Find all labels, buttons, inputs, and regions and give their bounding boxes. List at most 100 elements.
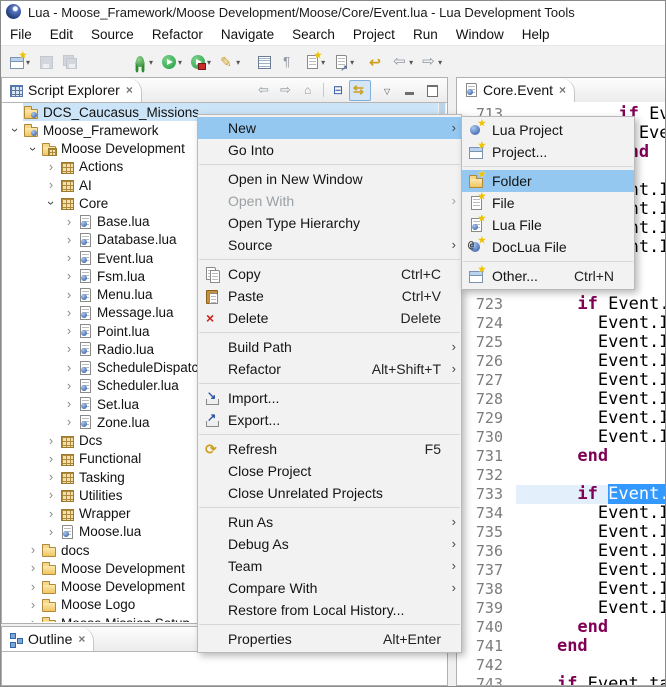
view-tool-nav-forward-button[interactable]: ⇨ [276,80,298,101]
toolbar-debug-button[interactable]: ▾ [129,49,156,75]
code-text[interactable]: Event.IniUnitName = Event.IniDCSUnitName [516,352,665,371]
toolbar-save-all-button[interactable] [59,49,81,75]
menubar-help[interactable]: Help [513,25,559,44]
code-text[interactable] [516,466,665,485]
expander-closed-icon[interactable]: › [25,598,41,612]
menubar-edit[interactable]: Edit [41,25,82,44]
toolbar-save-button[interactable] [35,49,57,75]
expander-closed-icon[interactable]: › [61,251,77,265]
toolbar-mark-occurrences-button[interactable] [253,49,275,75]
code-text[interactable]: if Event.IniObjectCategory == Object.Cat… [516,295,665,314]
code-text[interactable]: end [516,447,665,466]
submenu-item-file[interactable]: ★File [462,192,634,214]
menu-item-open-with[interactable]: Open With› [198,190,461,212]
toolbar-new-lua-file-button[interactable]: ★▾ [301,49,328,75]
expander-closed-icon[interactable]: › [61,306,77,320]
menu-item-new[interactable]: New› [198,117,461,139]
code-text[interactable]: Event.IniTypeName = Event.IniDCSUnit:get… [516,428,665,447]
expander-closed-icon[interactable]: › [61,397,77,411]
code-text[interactable]: Event.IniCategory = Event.IniDCSUnit:get… [516,409,665,428]
code-text[interactable]: Event.IniCategory = Event.IniDCSCargo:ge… [516,599,665,618]
menu-item-close-unrelated-projects[interactable]: Close Unrelated Projects [198,482,461,504]
expander-open-icon[interactable]: › [8,122,22,138]
menubar-search[interactable]: Search [283,25,344,44]
menubar-run[interactable]: Run [404,25,447,44]
view-tool-minimize-button[interactable] [399,80,421,101]
close-icon[interactable]: × [78,632,85,646]
toolbar-show-whitespace-button[interactable]: ¶ [277,49,299,75]
menu-item-open-type-hierarchy[interactable]: Open Type Hierarchy [198,212,461,234]
expander-closed-icon[interactable]: › [43,488,59,502]
expander-closed-icon[interactable]: › [25,616,41,622]
toolbar-new-wizard-button[interactable]: ★▾ [6,49,33,75]
submenu-item-lua-project[interactable]: ★Lua Project [462,119,634,141]
code-text[interactable]: Event.IniDCSCargoName = Event.IniDCSCarg… [516,523,665,542]
expander-closed-icon[interactable]: › [43,525,59,539]
expander-closed-icon[interactable]: › [61,342,77,356]
tab-core-event[interactable]: Core.Event × [457,78,575,102]
menu-item-paste[interactable]: PasteCtrl+V [198,285,461,307]
toolbar-forward-button[interactable]: ⇨▾ [418,49,445,75]
submenu-item-folder[interactable]: ★Folder [462,170,634,192]
toolbar-run-button[interactable]: ▾ [158,49,185,75]
close-icon[interactable]: × [559,83,566,97]
submenu-item-other[interactable]: ★Other...Ctrl+N [462,265,634,287]
code-text[interactable]: if Event.IniObjectCategory == Object.Cat… [516,485,665,504]
code-text[interactable] [516,656,665,675]
submenu-item-project[interactable]: ★Project... [462,141,634,163]
expander-closed-icon[interactable]: › [61,361,77,375]
expander-closed-icon[interactable]: › [43,452,59,466]
expander-open-icon[interactable]: › [26,141,40,157]
menu-item-export[interactable]: ↗Export... [198,409,461,431]
view-tool-nav-up-button[interactable]: ⌂ [298,80,320,101]
menu-item-source[interactable]: Source› [198,234,461,256]
code-text[interactable]: end [516,618,665,637]
code-text[interactable]: Event.IniCargo = CARGO:FindByName( Event… [516,561,665,580]
expander-closed-icon[interactable]: › [61,288,77,302]
toolbar-external-tools-button[interactable]: ✎▾ [216,49,243,75]
menu-item-build-path[interactable]: Build Path› [198,336,461,358]
menu-item-debug-as[interactable]: Debug As› [198,533,461,555]
view-tool-maximize-button[interactable] [421,80,443,101]
menu-item-go-into[interactable]: Go Into [198,139,461,161]
expander-closed-icon[interactable]: › [43,434,59,448]
tab-outline[interactable]: Outline × [2,627,94,651]
menu-item-open-in-new-window[interactable]: Open in New Window [198,168,461,190]
expander-closed-icon[interactable]: › [61,324,77,338]
view-tool-collapse-all-button[interactable]: ⊟ [327,80,349,101]
expander-closed-icon[interactable]: › [61,379,77,393]
expander-closed-icon[interactable]: › [25,561,41,575]
menu-item-refresh[interactable]: ⟳RefreshF5 [198,438,461,460]
code-text[interactable]: Event.IniUnit = STATIC:FindByName( Event… [516,371,665,390]
menu-item-refactor[interactable]: RefactorAlt+Shift+T› [198,358,461,380]
tab-script-explorer[interactable]: Script Explorer × [2,78,142,102]
toolbar-last-edit-location-button[interactable]: ↩ [365,49,387,75]
view-tool-nav-back-button[interactable]: ⇦ [254,80,276,101]
menu-item-properties[interactable]: PropertiesAlt+Enter [198,628,461,650]
menubar-navigate[interactable]: Navigate [212,25,283,44]
expander-closed-icon[interactable]: › [43,470,59,484]
expander-closed-icon[interactable]: › [25,580,41,594]
code-text[interactable]: Event.IniDCSUnitName = Event.IniDCSUnit:… [516,333,665,352]
submenu-item-doclua-file[interactable]: @★DocLua File [462,236,634,258]
dropdown-caret-icon[interactable]: ▾ [236,58,240,67]
menubar-project[interactable]: Project [344,25,404,44]
code-text[interactable]: Event.IniDCSCargo = Event.initiator [516,504,665,523]
code-text[interactable]: end [516,637,665,656]
dropdown-caret-icon[interactable]: ▾ [207,58,211,67]
code-text[interactable]: Event.IniCoalition = Event.IniDCSUnit:ge… [516,390,665,409]
menu-item-import[interactable]: ↘Import... [198,387,461,409]
expander-closed-icon[interactable]: › [61,233,77,247]
expander-closed-icon[interactable]: › [43,178,59,192]
expander-closed-icon[interactable]: › [61,269,77,283]
expander-closed-icon[interactable]: › [61,415,77,429]
dropdown-caret-icon[interactable]: ▾ [409,58,413,67]
code-text[interactable]: Event.IniDCSUnit = Event.initiator [516,314,665,333]
expander-closed-icon[interactable]: › [43,507,59,521]
expander-closed-icon[interactable]: › [43,160,59,174]
menu-item-run-as[interactable]: Run As› [198,511,461,533]
code-text[interactable]: if Event.target then [516,675,665,685]
menu-item-delete[interactable]: ×DeleteDelete [198,307,461,329]
code-text[interactable]: Event.IniCargoName = Event.IniDCSCargoNa… [516,542,665,561]
submenu-item-lua-file[interactable]: ★Lua File [462,214,634,236]
